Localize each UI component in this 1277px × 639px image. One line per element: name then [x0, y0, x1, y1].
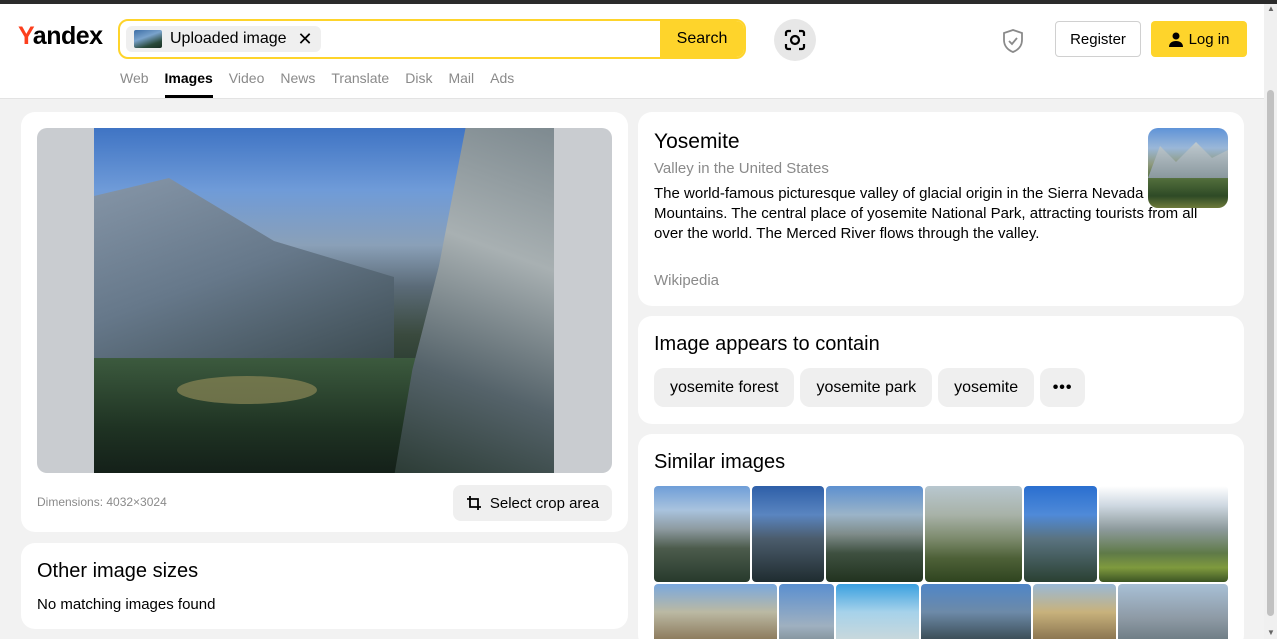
thumbnail-peaks — [1148, 142, 1228, 178]
similar-image[interactable] — [752, 486, 824, 582]
contains-tags: yosemite forest yosemite park yosemite •… — [654, 368, 1086, 407]
entity-info-card: Yosemite Valley in the United States The… — [638, 112, 1244, 306]
entity-title[interactable]: Yosemite — [654, 130, 740, 154]
tab-mail[interactable]: Mail — [448, 70, 474, 98]
tab-video[interactable]: Video — [229, 70, 265, 98]
tab-ads[interactable]: Ads — [490, 70, 514, 98]
similar-image[interactable] — [779, 584, 834, 639]
similar-image[interactable] — [1033, 584, 1116, 639]
uploaded-image-chip[interactable]: Uploaded image ✕ — [126, 26, 321, 52]
scrollbar-thumb[interactable] — [1267, 90, 1274, 616]
similar-images-title: Similar images — [654, 451, 786, 473]
other-image-sizes-card: Other image sizes No matching images fou… — [21, 543, 628, 629]
logo-text: andex — [32, 22, 103, 50]
uploaded-image-card: Dimensions: 4032×3024 Select crop area — [21, 112, 628, 532]
similar-image[interactable] — [921, 584, 1031, 639]
header: Yandex Uploaded image ✕ Search Register … — [0, 4, 1264, 99]
search-nav-tabs: Web Images Video News Translate Disk Mai… — [120, 70, 530, 98]
logo-letter-y: Y — [18, 22, 33, 50]
uploaded-image-preview[interactable] — [37, 128, 612, 473]
tab-web[interactable]: Web — [120, 70, 149, 98]
crop-icon — [466, 496, 481, 510]
similar-image[interactable] — [1024, 486, 1097, 582]
select-crop-area-button[interactable]: Select crop area — [453, 485, 612, 521]
tab-translate[interactable]: Translate — [331, 70, 389, 98]
camera-search-button[interactable] — [774, 19, 816, 61]
login-label: Log in — [1188, 30, 1230, 48]
login-button[interactable]: Log in — [1151, 21, 1247, 57]
yandex-logo[interactable]: Yandex — [18, 22, 103, 51]
uploaded-image-thumbnail — [134, 30, 162, 48]
tag-yosemite-park[interactable]: yosemite park — [800, 368, 933, 407]
more-tags-button[interactable]: ••• — [1040, 368, 1086, 407]
similar-image[interactable] — [654, 584, 777, 639]
similar-image[interactable] — [836, 584, 919, 639]
similar-image[interactable] — [1118, 584, 1228, 639]
similar-image[interactable] — [654, 486, 750, 582]
entity-thumbnail[interactable] — [1148, 128, 1228, 208]
tab-news[interactable]: News — [280, 70, 315, 98]
scroll-down-arrow-icon[interactable]: ▼ — [1267, 628, 1275, 637]
search-button[interactable]: Search — [660, 21, 744, 57]
crop-label: Select crop area — [489, 494, 600, 512]
tab-disk[interactable]: Disk — [405, 70, 432, 98]
tag-yosemite[interactable]: yosemite — [938, 368, 1035, 407]
user-icon — [1168, 32, 1183, 47]
scroll-up-arrow-icon[interactable]: ▲ — [1267, 4, 1275, 13]
shield-icon[interactable] — [1001, 28, 1025, 54]
tag-yosemite-forest[interactable]: yosemite forest — [654, 368, 795, 407]
similar-image[interactable] — [826, 486, 923, 582]
register-button[interactable]: Register — [1055, 21, 1141, 57]
similar-image[interactable] — [925, 486, 1022, 582]
image-dimensions: Dimensions: 4032×3024 — [37, 495, 167, 509]
search-box[interactable]: Uploaded image ✕ Search — [118, 19, 746, 59]
similar-images-card: Similar images — [638, 434, 1244, 639]
other-sizes-title: Other image sizes — [37, 560, 199, 582]
entity-source-link[interactable]: Wikipedia — [654, 272, 719, 289]
uploaded-image-label: Uploaded image — [170, 30, 287, 47]
camera-lens-icon — [784, 29, 806, 51]
other-sizes-empty-text: No matching images found — [37, 596, 216, 613]
photo-meadow — [177, 376, 317, 404]
remove-image-close-icon[interactable]: ✕ — [297, 26, 312, 52]
page-scrollbar[interactable]: ▲ ▼ — [1264, 4, 1277, 639]
entity-subtitle: Valley in the United States — [654, 160, 829, 177]
similar-image[interactable] — [1099, 486, 1228, 582]
tab-images[interactable]: Images — [164, 70, 214, 98]
entity-description: The world-famous picturesque valley of g… — [654, 185, 1198, 242]
image-contains-card: Image appears to contain yosemite forest… — [638, 316, 1244, 424]
contains-title: Image appears to contain — [654, 333, 880, 355]
